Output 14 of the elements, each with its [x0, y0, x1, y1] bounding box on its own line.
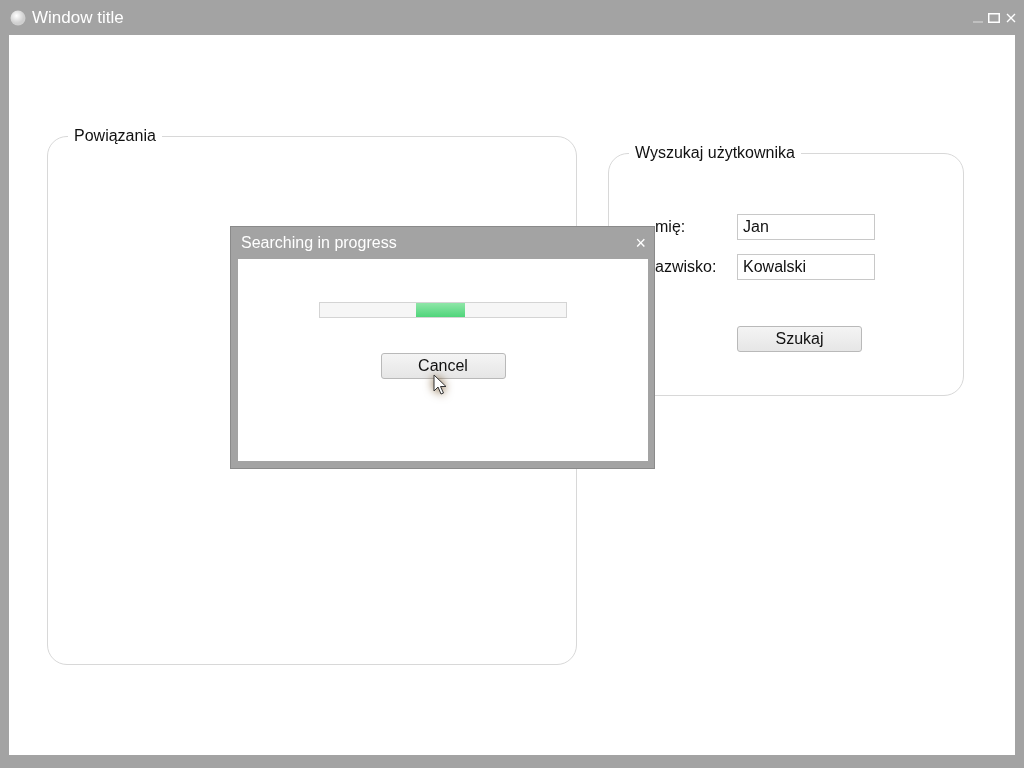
input-field[interactable]: Jan: [737, 214, 875, 240]
dialog-title: Searching in progress: [241, 234, 398, 252]
close-icon[interactable]: [1006, 12, 1016, 23]
window-title: Window title: [32, 7, 125, 28]
input-field[interactable]: Kowalski: [737, 254, 875, 280]
field-label: mię:: [655, 218, 687, 236]
cursor-icon: [432, 374, 447, 396]
search-button[interactable]: Szukaj: [737, 326, 862, 352]
app-icon: [10, 9, 26, 26]
group-title: Wyszukaj użytkownika: [634, 144, 796, 162]
group-title: Powiązania: [73, 127, 157, 145]
field-label: azwisko:: [655, 258, 718, 276]
maximize-icon[interactable]: [988, 12, 1000, 23]
cancel-button[interactable]: Cancel: [380, 353, 506, 379]
